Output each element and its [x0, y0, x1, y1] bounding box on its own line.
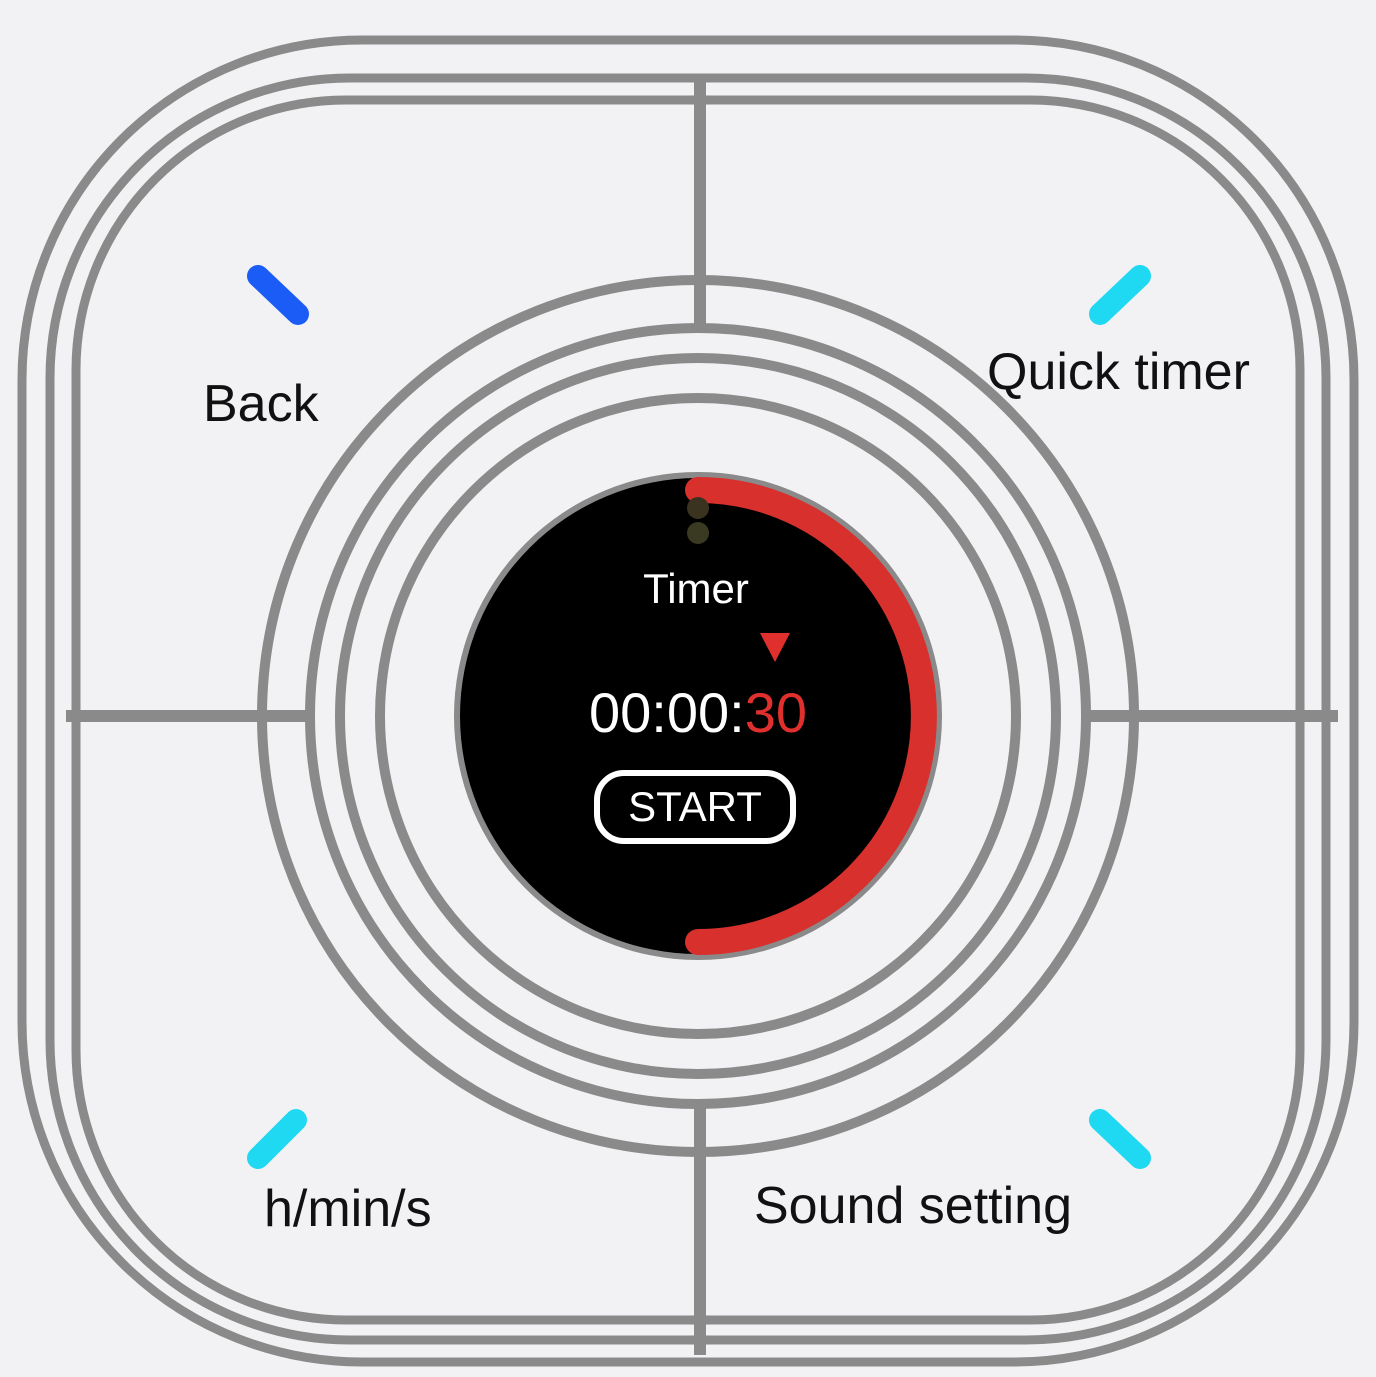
watch-remote-diagram: Back Quick timer h/min/s Sound setting T… [0, 0, 1376, 1377]
back-label[interactable]: Back [203, 378, 319, 430]
timer-hours-minutes: 00:00: [589, 681, 745, 744]
sound-setting-label[interactable]: Sound setting [754, 1180, 1072, 1232]
sound-indicator-icon [1089, 1109, 1151, 1169]
page-dot-2 [687, 522, 709, 544]
back-indicator-icon [247, 265, 309, 325]
hms-indicator-icon [247, 1109, 307, 1169]
screen-title: Timer [643, 565, 749, 612]
quick-timer-label[interactable]: Quick timer [987, 346, 1250, 398]
quick-timer-indicator-icon [1089, 265, 1151, 325]
hms-label[interactable]: h/min/s [264, 1183, 432, 1235]
page-dot-1 [687, 497, 709, 519]
timer-readout[interactable]: 00:00:30 [520, 685, 876, 741]
timer-seconds[interactable]: 30 [745, 681, 807, 744]
start-button[interactable]: START [594, 770, 796, 844]
